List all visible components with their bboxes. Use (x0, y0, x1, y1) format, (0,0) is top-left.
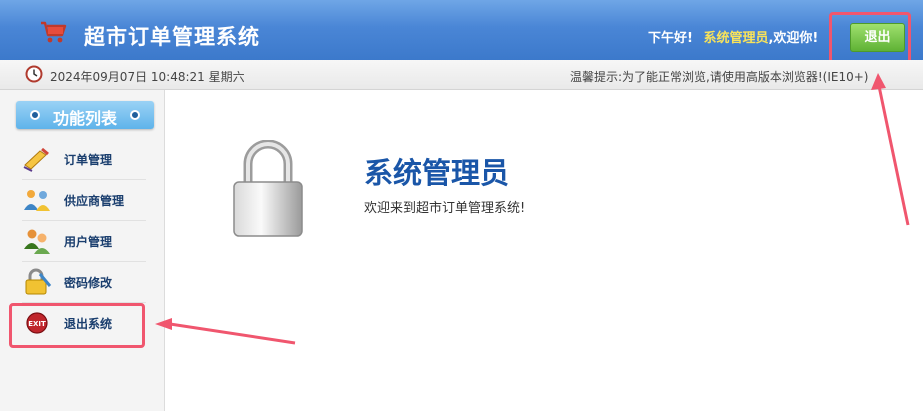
supplier-icon (22, 186, 52, 214)
current-datetime: 2024年09月07日 10:48:21 星期六 (50, 70, 245, 84)
sidebar-item-label: 订单管理 (64, 153, 113, 167)
sidebar-item-password[interactable]: 密码修改 (22, 262, 146, 302)
browser-tip: 温馨提示:为了能正常浏览,请使用高版本浏览器!(IE10+) (570, 70, 869, 84)
greeting-suffix: ,欢迎你! (768, 31, 819, 46)
welcome-title: 系统管理员 (364, 156, 510, 190)
bullet-icon (130, 110, 140, 120)
app-title: 超市订单管理系统 (84, 25, 260, 49)
order-icon (22, 145, 52, 173)
sidebar-item-label: 用户管理 (64, 235, 113, 249)
welcome-message: 欢迎来到超市订单管理系统! (364, 201, 526, 216)
sidebar-item-label: 供应商管理 (64, 194, 125, 208)
sidebar-item-suppliers[interactable]: 供应商管理 (22, 180, 146, 220)
padlock-icon (228, 139, 308, 244)
greeting: 下午好! 系统管理员,欢迎你! (648, 27, 818, 46)
annotation-highlight-exit (9, 303, 145, 348)
clock-icon (25, 65, 43, 87)
users-icon (22, 227, 52, 255)
shopping-cart-icon (40, 20, 68, 48)
annotation-highlight-logout (829, 12, 911, 66)
sidebar-item-orders[interactable]: 订单管理 (22, 139, 146, 179)
greeting-prefix: 下午好! (648, 31, 693, 46)
sidebar-item-label: 密码修改 (64, 276, 113, 290)
password-lock-icon (22, 268, 52, 296)
sidebar-item-users[interactable]: 用户管理 (22, 221, 146, 261)
current-user-name: 系统管理员 (703, 31, 769, 46)
function-list-title: 功能列表 (16, 101, 154, 129)
